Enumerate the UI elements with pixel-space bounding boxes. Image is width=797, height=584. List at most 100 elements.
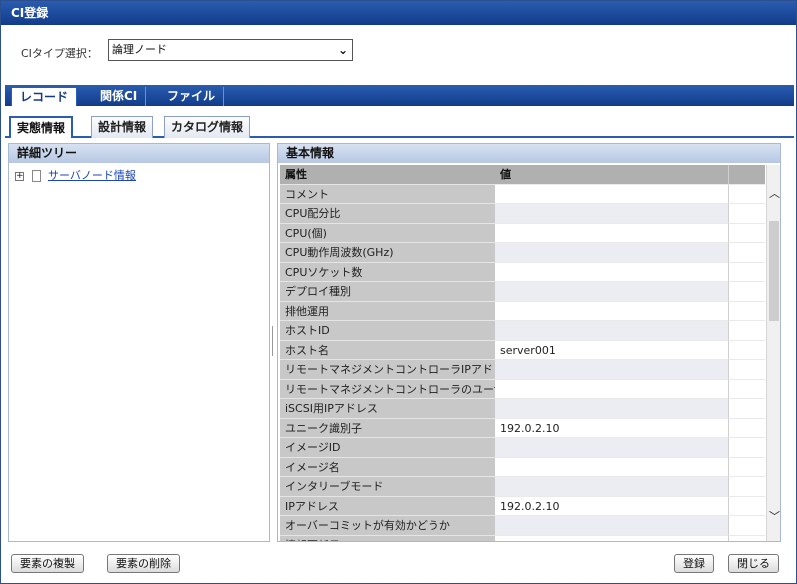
detail-tree-pane: 詳細ツリー + サーバノード情報 xyxy=(8,143,270,542)
table-row[interactable]: CPU配分比 xyxy=(280,204,765,224)
column-header-blank xyxy=(728,165,765,185)
blank-cell xyxy=(728,496,765,516)
scroll-thumb[interactable] xyxy=(769,220,779,321)
scroll-down-icon[interactable]: ﹀ xyxy=(768,510,780,524)
tab-catalog-info[interactable]: カタログ情報 xyxy=(164,116,251,138)
table-row[interactable]: 情報更新日 xyxy=(280,535,765,541)
chevron-down-icon: ⌄ xyxy=(337,43,348,57)
ci-type-row: CIタイプ選択： 論理ノード ⌄ xyxy=(1,25,796,77)
blank-cell xyxy=(728,204,765,224)
value-cell[interactable] xyxy=(495,282,728,302)
tree-link-server-node[interactable]: サーバノード情報 xyxy=(48,169,136,182)
vertical-scrollbar[interactable]: ︿ ﹀ xyxy=(766,165,780,541)
ci-type-selected: 論理ノード xyxy=(112,43,167,56)
value-cell[interactable] xyxy=(495,243,728,263)
table-row[interactable]: CPU(個) xyxy=(280,223,765,243)
ci-type-label: CIタイプ選択： xyxy=(21,47,98,60)
value-cell[interactable]: 192.0.2.10 xyxy=(495,418,728,438)
value-cell[interactable] xyxy=(495,321,728,341)
pane-splitter[interactable] xyxy=(272,326,274,356)
table-row[interactable]: 排他運用 xyxy=(280,301,765,321)
value-cell[interactable] xyxy=(495,535,728,541)
document-icon xyxy=(31,170,41,182)
value-cell[interactable] xyxy=(495,379,728,399)
table-row[interactable]: ホスト名 server001 xyxy=(280,340,765,360)
value-cell[interactable] xyxy=(495,438,728,458)
table-row[interactable]: リモートマネジメントコントローラのユーザ xyxy=(280,379,765,399)
blank-cell xyxy=(728,535,765,541)
attr-cell: ユニーク識別子 xyxy=(280,418,495,438)
blank-cell xyxy=(728,360,765,380)
attr-cell: 情報更新日 xyxy=(280,535,495,541)
value-cell[interactable] xyxy=(495,457,728,477)
attr-cell: 排他運用 xyxy=(280,301,495,321)
basic-info-pane: 基本情報 属性 値 コメント CPU配分比 CPU(個) CPU動作周波数(GHz) C… xyxy=(277,143,781,542)
blank-cell xyxy=(728,243,765,263)
attr-cell: インタリーブモード xyxy=(280,477,495,497)
tree-item-server-node: + サーバノード情報 xyxy=(15,168,136,184)
value-cell[interactable]: 192.0.2.10 xyxy=(495,496,728,516)
blank-cell xyxy=(728,418,765,438)
attr-cell: リモートマネジメントコントローラのユーザ xyxy=(280,379,495,399)
attr-cell: IPアドレス xyxy=(280,496,495,516)
expand-icon[interactable]: + xyxy=(15,171,24,181)
tab-file[interactable]: ファイル xyxy=(159,87,225,106)
column-header-value: 値 xyxy=(495,165,728,185)
table-row[interactable]: リモートマネジメントコントローラIPアドレ xyxy=(280,360,765,380)
attr-cell: CPUソケット数 xyxy=(280,262,495,282)
attr-cell: CPU動作周波数(GHz) xyxy=(280,243,495,263)
table-row[interactable]: インタリーブモード xyxy=(280,477,765,497)
table-row[interactable]: iSCSI用IPアドレス xyxy=(280,399,765,419)
value-cell[interactable]: server001 xyxy=(495,340,728,360)
table-row[interactable]: CPUソケット数 xyxy=(280,262,765,282)
blank-cell xyxy=(728,184,765,204)
tab-actual-info[interactable]: 実態情報 xyxy=(9,116,74,138)
value-cell[interactable] xyxy=(495,399,728,419)
attr-cell: ホスト名 xyxy=(280,340,495,360)
table-row[interactable]: イメージ名 xyxy=(280,457,765,477)
attr-cell: iSCSI用IPアドレス xyxy=(280,399,495,419)
table-row[interactable]: CPU動作周波数(GHz) xyxy=(280,243,765,263)
table-row[interactable]: コメント xyxy=(280,184,765,204)
tab-record[interactable]: レコード xyxy=(11,87,78,106)
table-row[interactable]: ユニーク識別子 192.0.2.10 xyxy=(280,418,765,438)
table-row[interactable]: ホストID xyxy=(280,321,765,341)
close-button[interactable]: 閉じる xyxy=(728,554,779,573)
grid-header-row: 属性 値 xyxy=(280,165,765,185)
attr-cell: イメージ名 xyxy=(280,457,495,477)
value-cell[interactable] xyxy=(495,262,728,282)
register-button[interactable]: 登録 xyxy=(674,554,714,573)
value-cell[interactable] xyxy=(495,360,728,380)
ci-type-select[interactable]: 論理ノード ⌄ xyxy=(108,39,353,61)
attr-cell: デプロイ種別 xyxy=(280,282,495,302)
column-header-attr: 属性 xyxy=(280,165,495,185)
tab-related-ci[interactable]: 関係CI xyxy=(92,87,147,106)
attr-cell: リモートマネジメントコントローラIPアドレ xyxy=(280,360,495,380)
table-row[interactable]: IPアドレス 192.0.2.10 xyxy=(280,496,765,516)
attr-cell: CPU配分比 xyxy=(280,204,495,224)
attr-cell: CPU(個) xyxy=(280,223,495,243)
table-row[interactable]: デプロイ種別 xyxy=(280,282,765,302)
attr-cell: オーバーコミットが有効かどうか xyxy=(280,516,495,536)
table-row[interactable]: イメージID xyxy=(280,438,765,458)
window-title: CI登録 xyxy=(1,1,796,25)
value-cell[interactable] xyxy=(495,477,728,497)
attribute-grid: 属性 値 コメント CPU配分比 CPU(個) CPU動作周波数(GHz) CPUソケッ… xyxy=(280,165,765,541)
tab-design-info[interactable]: 設計情報 xyxy=(91,116,154,138)
duplicate-element-button[interactable]: 要素の複製 xyxy=(11,554,84,573)
blank-cell xyxy=(728,399,765,419)
blank-cell xyxy=(728,282,765,302)
attr-cell: イメージID xyxy=(280,438,495,458)
value-cell[interactable] xyxy=(495,223,728,243)
table-row[interactable]: オーバーコミットが有効かどうか xyxy=(280,516,765,536)
blank-cell xyxy=(728,477,765,497)
value-cell[interactable] xyxy=(495,301,728,321)
scroll-up-icon[interactable]: ︿ xyxy=(768,187,780,201)
record-tab-bar: レコード 関係CI ファイル xyxy=(5,85,794,106)
basic-info-header: 基本情報 xyxy=(278,144,780,163)
value-cell[interactable] xyxy=(495,184,728,204)
value-cell[interactable] xyxy=(495,204,728,224)
delete-element-button[interactable]: 要素の削除 xyxy=(107,554,180,573)
value-cell[interactable] xyxy=(495,516,728,536)
blank-cell xyxy=(728,262,765,282)
